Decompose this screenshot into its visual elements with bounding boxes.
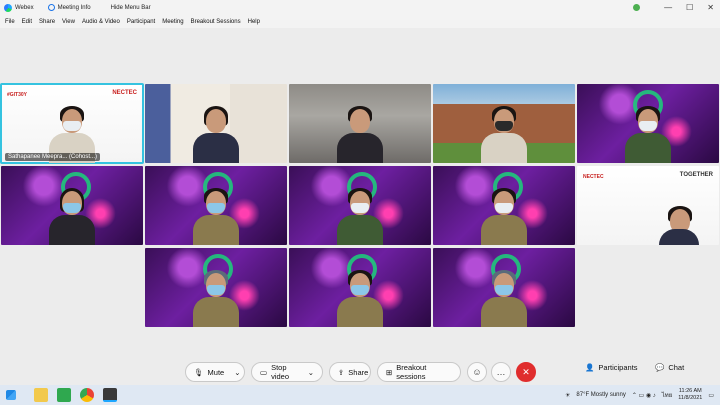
video-tile[interactable] (433, 166, 575, 245)
video-tile-presenter[interactable]: #GIT30Y NECTEC Sathapanee Meepra... (Coh… (0, 83, 144, 164)
status-icon (633, 4, 641, 11)
share-icon: ⇪ (338, 367, 345, 377)
participant-avatar (481, 105, 527, 163)
info-icon (47, 4, 55, 11)
window-controls: — ☐ ✕ (633, 0, 714, 15)
menu-bar: File Edit Share View Audio & Video Parti… (0, 15, 720, 28)
participant-avatar (193, 105, 239, 163)
video-tile[interactable] (577, 84, 719, 163)
participants-icon: 👤 (585, 363, 595, 372)
tray-icons[interactable]: ⌃ ▭ ◉ ♪ (632, 392, 656, 399)
menu-file[interactable]: File (5, 19, 15, 25)
meeting-info-button[interactable]: Meeting Info (47, 4, 91, 11)
microphone-icon: 🎙 (194, 367, 204, 377)
notification-icon[interactable]: ▭ (708, 392, 714, 399)
chevron-down-icon[interactable]: ⌄ (308, 368, 314, 377)
participant-avatar (49, 187, 95, 245)
breakout-icon: ⊞ (386, 367, 393, 377)
slide-brand-left: #GIT30Y (7, 92, 28, 98)
app-name: Webex (15, 4, 34, 11)
smiley-icon: ☺ (472, 367, 482, 377)
participant-avatar (481, 269, 527, 327)
chevron-down-icon[interactable]: ⌄ (234, 368, 240, 377)
chat-button[interactable]: 💬 Chat (655, 363, 684, 372)
video-tile[interactable] (433, 84, 575, 163)
file-explorer-icon[interactable] (34, 388, 48, 402)
video-tile[interactable] (1, 166, 143, 245)
participant-avatar (337, 269, 383, 327)
video-tile[interactable] (289, 248, 431, 327)
participant-avatar (337, 187, 383, 245)
app-icon[interactable] (57, 388, 71, 402)
menu-help[interactable]: Help (248, 19, 260, 25)
participant-avatar (337, 105, 383, 163)
chrome-icon[interactable] (80, 388, 94, 402)
menu-meeting[interactable]: Meeting (162, 19, 183, 25)
more-options-button[interactable]: … (491, 362, 511, 382)
leave-button[interactable]: ✕ (516, 362, 536, 382)
webex-taskbar-icon[interactable] (103, 388, 117, 402)
video-tile[interactable] (289, 166, 431, 245)
webex-logo-icon (4, 3, 12, 12)
breakout-sessions-button[interactable]: ⊞ Breakout sessions (377, 362, 461, 382)
video-tile-slide[interactable]: NECTEC TOGETHER (577, 166, 719, 245)
participant-avatar (659, 205, 700, 245)
stop-video-button[interactable]: ▭ Stop video ⌄ (251, 362, 323, 382)
slide-together: TOGETHER (679, 172, 713, 178)
app-title: Webex (4, 3, 34, 12)
camera-icon: ▭ (260, 367, 268, 377)
maximize-icon[interactable]: ☐ (686, 3, 693, 12)
video-tile[interactable] (145, 84, 287, 163)
menu-breakout[interactable]: Breakout Sessions (191, 19, 241, 25)
slide-brand: NECTEC (583, 174, 604, 180)
chat-icon: 💬 (655, 363, 665, 372)
participant-avatar (193, 187, 239, 245)
more-icon: … (496, 367, 506, 377)
windows-start-icon[interactable] (6, 390, 16, 400)
video-tile[interactable] (289, 84, 431, 163)
participant-avatar (625, 105, 671, 163)
video-tile[interactable] (145, 248, 287, 327)
hide-menu-bar-button[interactable]: Hide Menu Bar (111, 5, 151, 11)
menu-share[interactable]: Share (39, 19, 55, 25)
menu-participant[interactable]: Participant (127, 19, 155, 25)
mute-button[interactable]: 🎙 Mute ⌄ (185, 362, 245, 382)
minimize-icon[interactable]: — (664, 3, 672, 12)
participant-name: Sathapanee Meepra... (Cohost...) (5, 153, 101, 161)
slide-brand-right: NECTEC (112, 90, 137, 96)
reactions-button[interactable]: ☺ (467, 362, 487, 382)
meeting-controls: 🎙 Mute ⌄ ▭ Stop video ⌄ ⇪ Share ⊞ Breako… (0, 360, 720, 384)
weather-icon: ☀ (565, 392, 571, 399)
taskbar: ☀ 87°F Mostly sunny ⌃ ▭ ◉ ♪ ไทย 11:26 AM… (0, 385, 720, 405)
clock[interactable]: 11:26 AM 11/8/2021 (678, 388, 702, 402)
video-tile[interactable] (145, 166, 287, 245)
menu-view[interactable]: View (62, 19, 75, 25)
video-tile[interactable] (433, 248, 575, 327)
menu-audio-video[interactable]: Audio & Video (82, 19, 120, 25)
share-button[interactable]: ⇪ Share (329, 362, 371, 382)
title-bar: Webex Meeting Info Hide Menu Bar — ☐ ✕ (0, 0, 720, 15)
close-icon[interactable]: ✕ (707, 3, 714, 12)
participants-button[interactable]: 👤 Participants (585, 363, 638, 372)
language-indicator[interactable]: ไทย (662, 390, 673, 400)
menu-edit[interactable]: Edit (22, 19, 32, 25)
close-icon: ✕ (522, 366, 530, 377)
participant-avatar (481, 187, 527, 245)
weather-text[interactable]: 87°F Mostly sunny (576, 392, 625, 398)
participant-avatar (193, 269, 239, 327)
system-tray: ☀ 87°F Mostly sunny ⌃ ▭ ◉ ♪ ไทย 11:26 AM… (565, 385, 714, 405)
